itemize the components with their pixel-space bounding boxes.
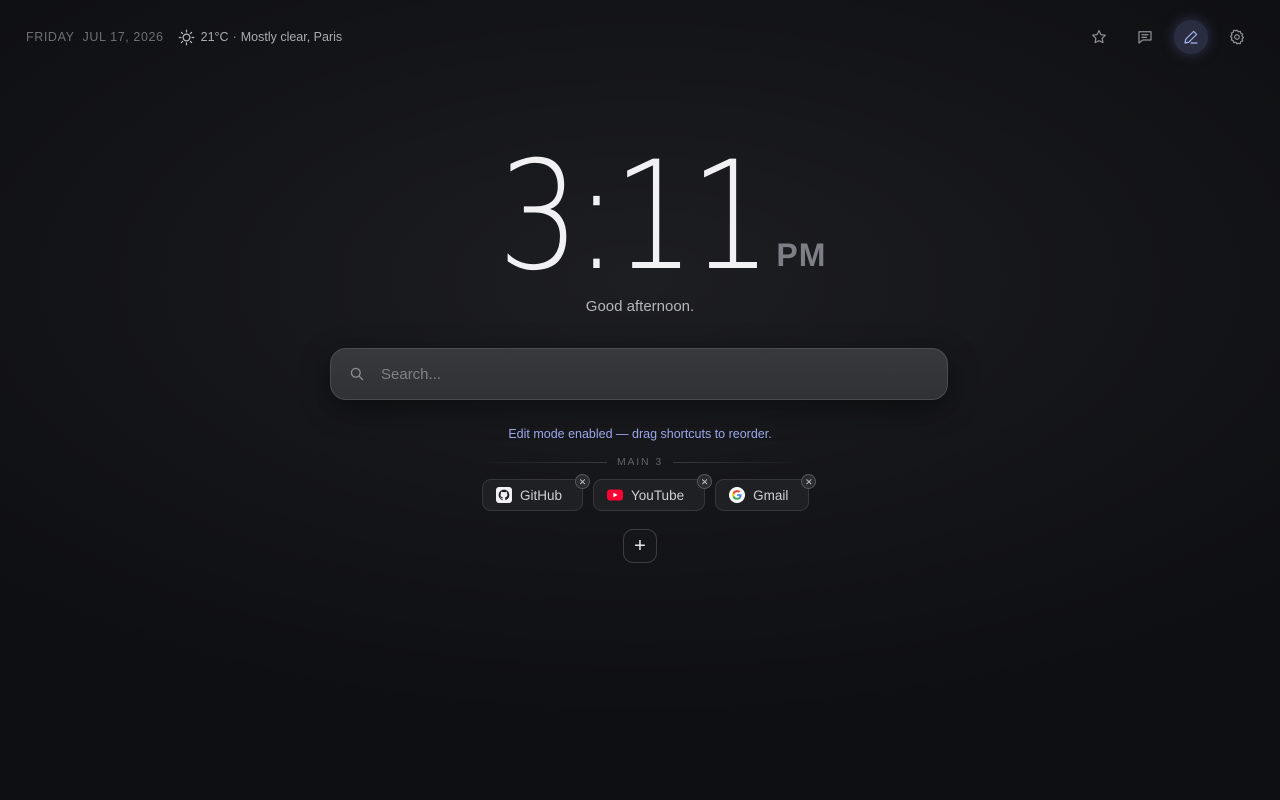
weather-separator: · [232,30,237,44]
edit-button[interactable] [1174,20,1208,54]
messages-button[interactable] [1128,20,1162,54]
pencil-icon [1184,30,1198,44]
date: FRIDAY JUL 17, 2026 [26,30,164,44]
shortcut-gmail[interactable]: Gmail ✕ [715,474,817,511]
group-name: MAIN [616,456,651,468]
youtube-icon [607,487,624,503]
shortcut-youtube[interactable]: YouTube ✕ [593,474,713,511]
clock: 3:11 PM [0,142,1280,292]
edit-mode-message: Edit mode enabled — drag shortcuts to re… [508,427,772,441]
google-icon [729,487,746,503]
favorites-button[interactable] [1082,20,1116,54]
remove-shortcut-button[interactable]: ✕ [801,474,817,489]
star-icon [1092,30,1106,44]
shortcut-list: GitHub ✕ YouTube ✕ Gmail ✕ [482,474,817,511]
clock-ampm: PM [776,237,827,273]
date-full: JUL 17, 2026 [82,30,164,44]
date-day: FRIDAY [26,30,75,44]
weather-temperature: 21°C [200,30,229,44]
shortcut-github[interactable]: GitHub ✕ [482,474,591,511]
clock-time: 3:11 [497,130,771,304]
remove-shortcut-button[interactable]: ✕ [575,474,591,489]
gear-icon [1229,29,1245,45]
github-icon [496,487,512,503]
message-icon [1138,31,1152,44]
group-label: MAIN 3 [607,456,673,468]
weather-description: Mostly clear, Paris [240,30,343,44]
shortcut-label: Gmail [753,487,789,503]
greeting: Good afternoon. [585,298,695,315]
search-input[interactable] [379,364,947,384]
search-icon [350,367,364,381]
weather: 21°C · Mostly clear, Paris [178,29,343,46]
settings-button[interactable] [1220,20,1254,54]
shortcut-group-header: MAIN 3 [475,455,805,469]
group-count: 3 [655,456,664,468]
shortcut-label: GitHub [520,487,563,503]
add-shortcut-button[interactable]: + [623,529,657,563]
search-bar[interactable] [330,348,948,400]
shortcut-label: YouTube [631,487,685,503]
remove-shortcut-button[interactable]: ✕ [697,474,713,489]
toolbar [1082,20,1254,54]
date-weather-bar: FRIDAY JUL 17, 2026 21°C · Mostly clear,… [26,28,342,46]
sun-icon [178,29,195,46]
